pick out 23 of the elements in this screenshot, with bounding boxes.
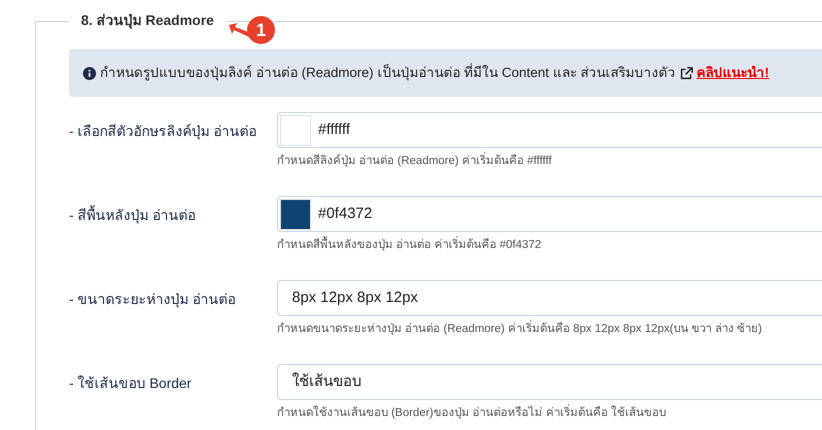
help-text: กำหนดใช้งานเส้นขอบ (Border)ของปุ่ม อ่านต่อหรือไม่ ค่าเริ่มต้นคือ ใช้เส้นขอบ	[277, 405, 822, 422]
help-text: กำหนดสีลิงค์ปุ่ม อ่านต่อ (Readmore) ค่าเริ่มต้นคือ #ffffff	[277, 153, 822, 170]
field-label: - ใช้เส้นขอบ Border	[69, 375, 192, 391]
color-swatch[interactable]	[280, 198, 311, 230]
field-label: - เลือกสีตัวอักษรลิงค์ปุ่ม อ่านต่อ	[69, 123, 256, 139]
color-swatch[interactable]	[280, 114, 311, 146]
input-field[interactable]: #ffffff	[277, 112, 822, 148]
video-link[interactable]: คลิปแนะนำ!	[696, 62, 770, 84]
help-text: กำหนดสีพื้นหลังของปุ่ม อ่านต่อ ค่าเริ่มต้นคือ #0f4372	[277, 237, 822, 254]
input-field[interactable]: #0f4372	[277, 196, 822, 232]
input-field[interactable]: ใช้เส้นขอบ	[277, 364, 822, 400]
number-badge: 1	[247, 16, 275, 44]
external-link-icon	[680, 66, 693, 80]
field-value: ใช้เส้นขอบ	[292, 372, 362, 392]
field-label: - สีพื้นหลังปุ่ม อ่านต่อ	[69, 207, 196, 223]
field-label: - ขนาดระยะห่างปุ่ม อ่านต่อ	[69, 291, 236, 307]
field-value: #ffffff	[318, 120, 350, 140]
field-value: 8px 12px 8px 12px	[292, 288, 418, 308]
help-text: กำหนดขนาดระยะห่างปุ่ม อ่านต่อ (Readmore) ค่าเริ่มต้นคือ 8px 12px 8px 12px(บน ขวา ล่าง ซ้าย)	[277, 321, 822, 338]
input-field[interactable]: 8px 12px 8px 12px	[277, 280, 822, 316]
info-icon	[83, 66, 96, 80]
field-value: #0f4372	[318, 204, 372, 224]
info-text: กำหนดรูปแบบของปุ่มลิงค์ อ่านต่อ (Readmore) เป็นปุ่มอ่านต่อ ที่มีใน Content และ ส่วนเสริมบางตัว	[100, 62, 676, 82]
